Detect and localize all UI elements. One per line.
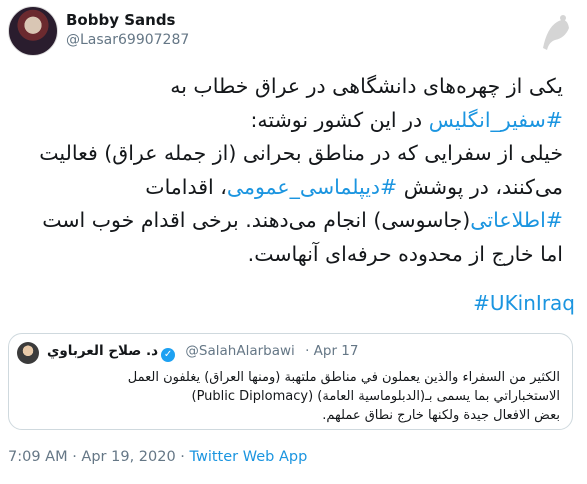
quoted-tweet-date: · Apr 17 xyxy=(305,343,359,359)
hashtag-public-diplomacy[interactable]: #دیپلماسی_عمومی xyxy=(227,175,397,199)
tweet-line-4: می‌کنند، در پوشش #دیپلماسی_عمومی، اقداما… xyxy=(145,174,563,199)
hashtag-ukiniraq[interactable]: #UKinIraq xyxy=(473,291,575,315)
tweet-line-2: #سفیر_انگلیس در این کشور نوشته: xyxy=(250,107,563,132)
tweet-meta: 7:09 AM · Apr 19, 2020 · Twitter Web App xyxy=(8,449,307,465)
quoted-author-avatar xyxy=(17,342,39,364)
verified-icon: ✓ xyxy=(161,348,176,362)
quoted-tweet-text: الكثير من السفراء والذين يعملون في مناطق… xyxy=(127,370,560,423)
hashtag-british-ambassador[interactable]: #سفیر_انگلیس xyxy=(429,108,563,132)
tweet-timestamp[interactable]: 7:09 AM · Apr 19, 2020 · xyxy=(8,449,190,465)
quoted-author-handle: @SalahAlarbawi xyxy=(185,343,295,359)
tweet-line-3: خیلی از سفرایی که در مناطق بحرانی (از جم… xyxy=(39,141,563,165)
quoted-tweet-header: د. صلاح العرباوي ✓ @SalahAlarbawi · Apr 1… xyxy=(47,343,359,362)
author-handle[interactable]: @Lasar69907287 xyxy=(66,32,189,48)
quoted-tweet[interactable]: د. صلاح العرباوي ✓ @SalahAlarbawi · Apr 1… xyxy=(8,333,573,430)
tweet-line-1: یکی از چهره‌های دانشگاهی در عراق خطاب به xyxy=(170,74,563,98)
tweet-line-5: #اطلاعاتی(جاسوسی) انجام می‌دهند. برخی اق… xyxy=(42,208,563,232)
tweet-source[interactable]: Twitter Web App xyxy=(190,449,308,465)
hashtag-intelligence[interactable]: #اطلاعاتی xyxy=(470,208,563,232)
author-avatar[interactable] xyxy=(8,6,58,56)
tweet-line-6: اما خارج از محدوده حرفه‌ای آنهاست. xyxy=(247,241,563,266)
author-name[interactable]: Bobby Sands xyxy=(66,11,175,29)
tweet-text: یکی از چهره‌های دانشگاهی در عراق خطاب به… xyxy=(8,70,563,271)
watermark-logo xyxy=(543,15,569,50)
quoted-author-name: د. صلاح العرباوي xyxy=(47,343,159,359)
